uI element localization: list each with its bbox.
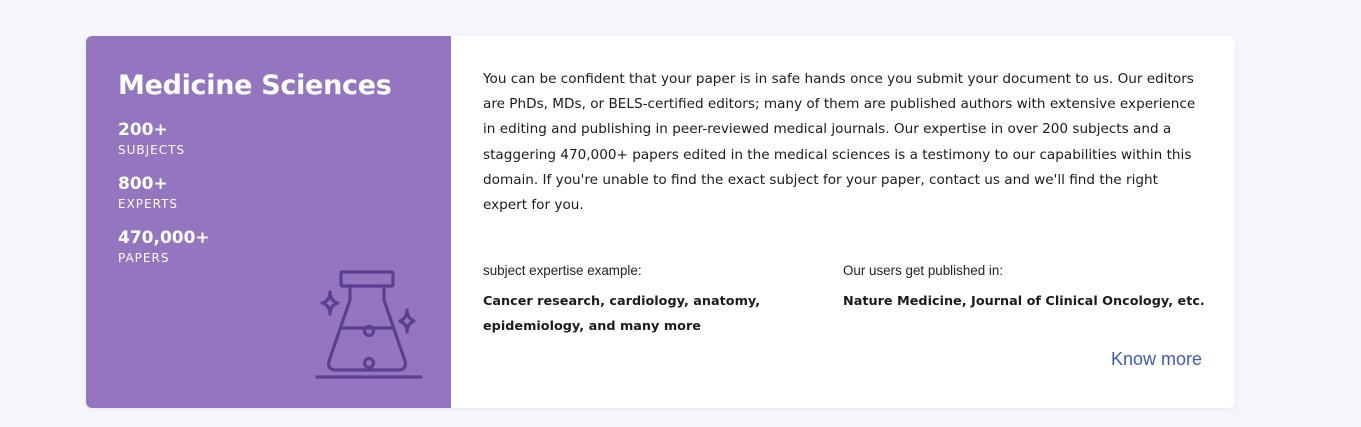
flask-icon <box>315 270 423 379</box>
card-left-panel: Medicine Sciences 200+ SUBJECTS 800+ EXP… <box>86 36 451 408</box>
stat-label: SUBJECTS <box>118 143 186 157</box>
stat-value: 800+ <box>118 174 168 194</box>
stat-value: 200+ <box>118 120 168 140</box>
stat-label: PAPERS <box>118 251 170 265</box>
stat-subjects: 200+ SUBJECTS <box>118 119 451 158</box>
stat-experts: 800+ EXPERTS <box>118 173 451 212</box>
published-heading: Our users get published in: <box>843 263 1004 278</box>
expertise-section: subject expertise example: Cancer resear… <box>483 263 783 339</box>
stat-value: 470,000+ <box>118 228 210 248</box>
published-text: Nature Medicine, Journal of Clinical Onc… <box>843 294 1205 309</box>
medicine-sciences-card: Medicine Sciences 200+ SUBJECTS 800+ EXP… <box>86 36 1235 408</box>
card-title: Medicine Sciences <box>118 70 392 101</box>
card-description: You can be confident that your paper is … <box>483 71 1196 214</box>
know-more-link[interactable]: Know more <box>1111 349 1202 370</box>
expertise-heading: subject expertise example: <box>483 263 642 278</box>
stat-papers: 470,000+ PAPERS <box>118 227 451 266</box>
stat-label: EXPERTS <box>118 197 179 211</box>
card-right-panel: You can be confident that your paper is … <box>451 36 1235 408</box>
published-section: Our users get published in: Nature Medic… <box>843 263 1223 314</box>
expertise-text: Cancer research, cardiology, anatomy, ep… <box>483 294 761 334</box>
